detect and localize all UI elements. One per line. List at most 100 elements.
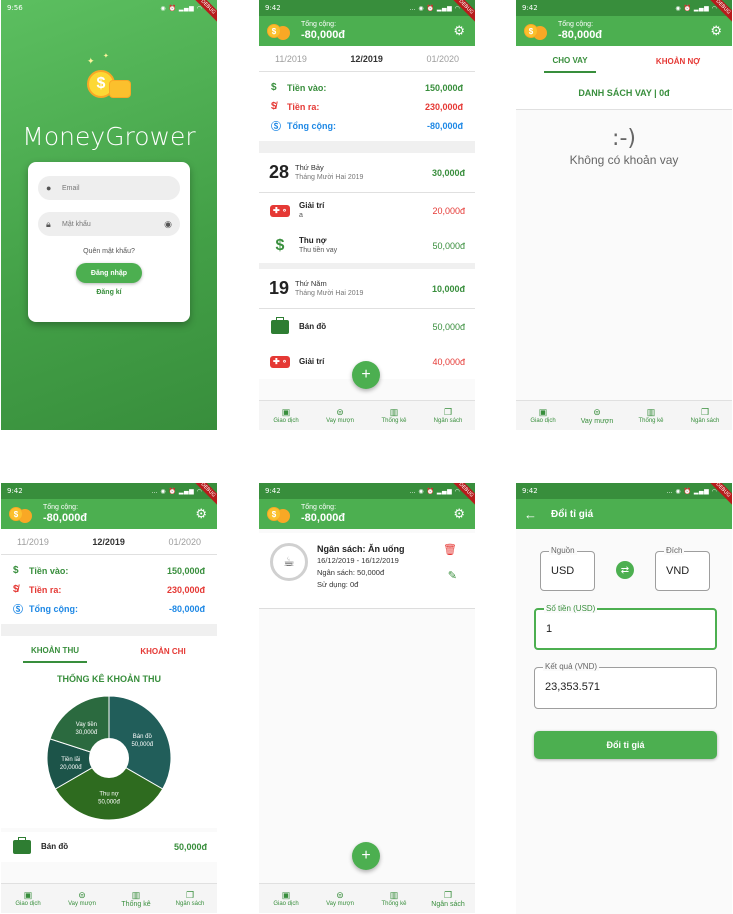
tab-label: CHO VAY: [544, 50, 596, 73]
transaction-note: a: [299, 211, 303, 219]
gear-icon[interactable]: ⚙: [710, 23, 722, 39]
register-link[interactable]: Đăng kí: [38, 289, 180, 296]
total-label: Tổng cộng:: [29, 603, 78, 614]
month-prev[interactable]: 11/2019: [275, 54, 307, 64]
delete-icon[interactable]: 🗑︎: [443, 543, 457, 556]
target-label: Đích: [664, 546, 685, 555]
nav-stats[interactable]: ▥ Thống kê: [624, 401, 678, 430]
month-prev[interactable]: 11/2019: [17, 537, 49, 547]
swap-button[interactable]: ⇄: [616, 561, 634, 579]
dollar-icon: $: [271, 82, 277, 93]
nav-transactions[interactable]: ▣ Giao dịch: [516, 401, 570, 430]
category-row[interactable]: Bán đồ 50,000đ: [1, 832, 217, 862]
nav-loans[interactable]: ⊜ Vay mượn: [313, 884, 367, 913]
nav-transactions[interactable]: ▣ Giao dịch: [1, 884, 55, 913]
library-icon: ❐: [443, 889, 453, 900]
month-next[interactable]: 01/2020: [168, 537, 201, 547]
income-row: $ Tiền vào: 150,000đ: [13, 561, 205, 580]
month-current[interactable]: 12/2019: [350, 54, 383, 64]
month-current[interactable]: 12/2019: [92, 537, 125, 547]
nav-transactions[interactable]: ▣ Giao dịch: [259, 401, 313, 430]
nav-loans[interactable]: ⊜ Vay mượn: [313, 401, 367, 430]
email-field[interactable]: ● Email: [38, 176, 180, 200]
amount-input[interactable]: Số tiền (USD) 1: [534, 604, 717, 650]
status-time: 9:42: [522, 487, 538, 495]
eye-icon[interactable]: ◉: [164, 219, 172, 230]
gear-icon[interactable]: ⚙: [453, 23, 465, 39]
nav-loans[interactable]: ⊜ Vay mượn: [570, 401, 624, 430]
forgot-password-link[interactable]: Quên mật khẩu?: [38, 248, 180, 255]
wallet-icon: ▣: [281, 890, 291, 900]
transaction-amount: 50,000đ: [432, 240, 465, 251]
total-label: Tổng cộng:: [301, 504, 337, 511]
app-bar: $ Tổng cộng: -80,000đ ⚙: [259, 16, 475, 46]
nav-stats[interactable]: ▥ Thống kê: [109, 884, 163, 913]
nav-label: Ngân sách: [433, 418, 463, 424]
bottom-nav: ▣ Giao dịch ⊜ Vay mượn ▥ Thống kê ❐ Ngân sác…: [1, 883, 217, 913]
gear-icon[interactable]: ⚙: [195, 506, 207, 522]
target-currency-field[interactable]: Đích VND: [655, 546, 710, 591]
day-amount: 30,000đ: [431, 167, 465, 178]
briefcase-icon: [269, 316, 291, 335]
month-next[interactable]: 01/2020: [426, 54, 459, 64]
login-button[interactable]: Đăng nhập: [76, 263, 142, 283]
result-value: 23,353.571: [545, 681, 601, 693]
total-box: Tổng cộng: -80,000đ: [43, 504, 87, 524]
library-icon: ❐: [443, 407, 453, 417]
nav-budget[interactable]: ❐ Ngân sách: [421, 884, 475, 913]
app-bar: $ Tổng cộng: -80,000đ ⚙: [1, 499, 217, 529]
dollar-icon: $: [275, 236, 285, 254]
transaction-row[interactable]: ✚ ∘ Giải trí a 20,000đ: [259, 193, 475, 228]
gear-icon[interactable]: ⚙: [453, 506, 465, 522]
income-value: 150,000đ: [166, 565, 205, 576]
add-button[interactable]: +: [352, 361, 380, 389]
summary-panel: $ Tiền vào: 150,000đ $̸ Tiền ra: 230,000…: [1, 555, 217, 624]
app-bar: ← Đổi tỉ giá: [516, 499, 732, 529]
total-box: Tổng cộng: -80,000đ: [558, 21, 602, 41]
add-button[interactable]: +: [352, 842, 380, 870]
income-label: Tiền vào:: [29, 565, 69, 576]
chart-icon: ▥: [131, 889, 141, 900]
tab-expense[interactable]: KHOẢN CHI: [109, 636, 217, 666]
tab-label: KHOẢN CHI: [140, 646, 186, 656]
loan-list-title: DANH SÁCH VAY | 0đ: [516, 76, 732, 110]
transaction-text: Bán đồ: [299, 322, 432, 332]
category-title: Bán đồ: [41, 842, 69, 851]
amount-value: 1: [546, 623, 553, 635]
status-time: 9:42: [265, 487, 281, 495]
nav-transactions[interactable]: ▣ Giao dịch: [259, 884, 313, 913]
expense-row: $̸ Tiền ra: 230,000đ: [271, 97, 463, 116]
total-label: Tổng cộng:: [287, 120, 336, 131]
nav-stats[interactable]: ▥ Thống kê: [367, 401, 421, 430]
tab-income[interactable]: KHOẢN THU: [1, 636, 109, 666]
nav-budget[interactable]: ❐ Ngân sách: [163, 884, 217, 913]
briefcase-icon: [11, 837, 33, 855]
nav-budget[interactable]: ❐ Ngân sách: [421, 401, 475, 430]
tab-debt[interactable]: KHOẢN NỢ: [624, 46, 732, 76]
total-row: Ⓢ Tổng cộng: -80,000đ: [271, 116, 463, 135]
edit-icon[interactable]: ✎: [448, 569, 457, 582]
expense-value: 230,000đ: [424, 101, 463, 112]
budget-card[interactable]: ☕︎ Ngân sách: Ăn uống 16/12/2019 - 16/12…: [259, 533, 475, 609]
income-row: $ Tiền vào: 150,000đ: [271, 78, 463, 97]
transaction-row[interactable]: $ Thu nợ Thu tiền vay 50,000đ: [259, 228, 475, 263]
back-arrow-icon[interactable]: ←: [524, 507, 537, 522]
nav-budget[interactable]: ❐ Ngân sách: [678, 401, 732, 430]
transaction-title: Thu nợ: [299, 235, 327, 245]
tab-lend[interactable]: CHO VAY: [516, 46, 624, 76]
convert-button[interactable]: Đổi tỉ giá: [534, 731, 717, 759]
total-value: -80,000đ: [43, 512, 88, 524]
transaction-title: Giải trí: [299, 200, 325, 210]
nav-stats[interactable]: ▥ Thống kê: [367, 884, 421, 913]
nav-label: Giao dịch: [273, 901, 299, 907]
nav-label: Giao dịch: [530, 418, 556, 424]
transaction-row[interactable]: Bán đồ 50,000đ: [259, 309, 475, 344]
weekday: Thứ Năm: [295, 279, 327, 288]
nav-loans[interactable]: ⊜ Vay mượn: [55, 884, 109, 913]
nav-label: Ngân sách: [690, 418, 720, 424]
budget-screen: 9:42 … ◉ ⏰ ▂▄▆ ◠ ▭ DEBUG $ Tổng cộng: -8…: [259, 483, 475, 913]
month-year: Tháng Mười Hai 2019: [295, 174, 364, 181]
wallet-icon: ▣: [538, 407, 548, 417]
password-field[interactable]: 🔒︎ Mật khẩu ◉: [38, 212, 180, 236]
source-currency-field[interactable]: Nguồn USD: [540, 546, 595, 591]
